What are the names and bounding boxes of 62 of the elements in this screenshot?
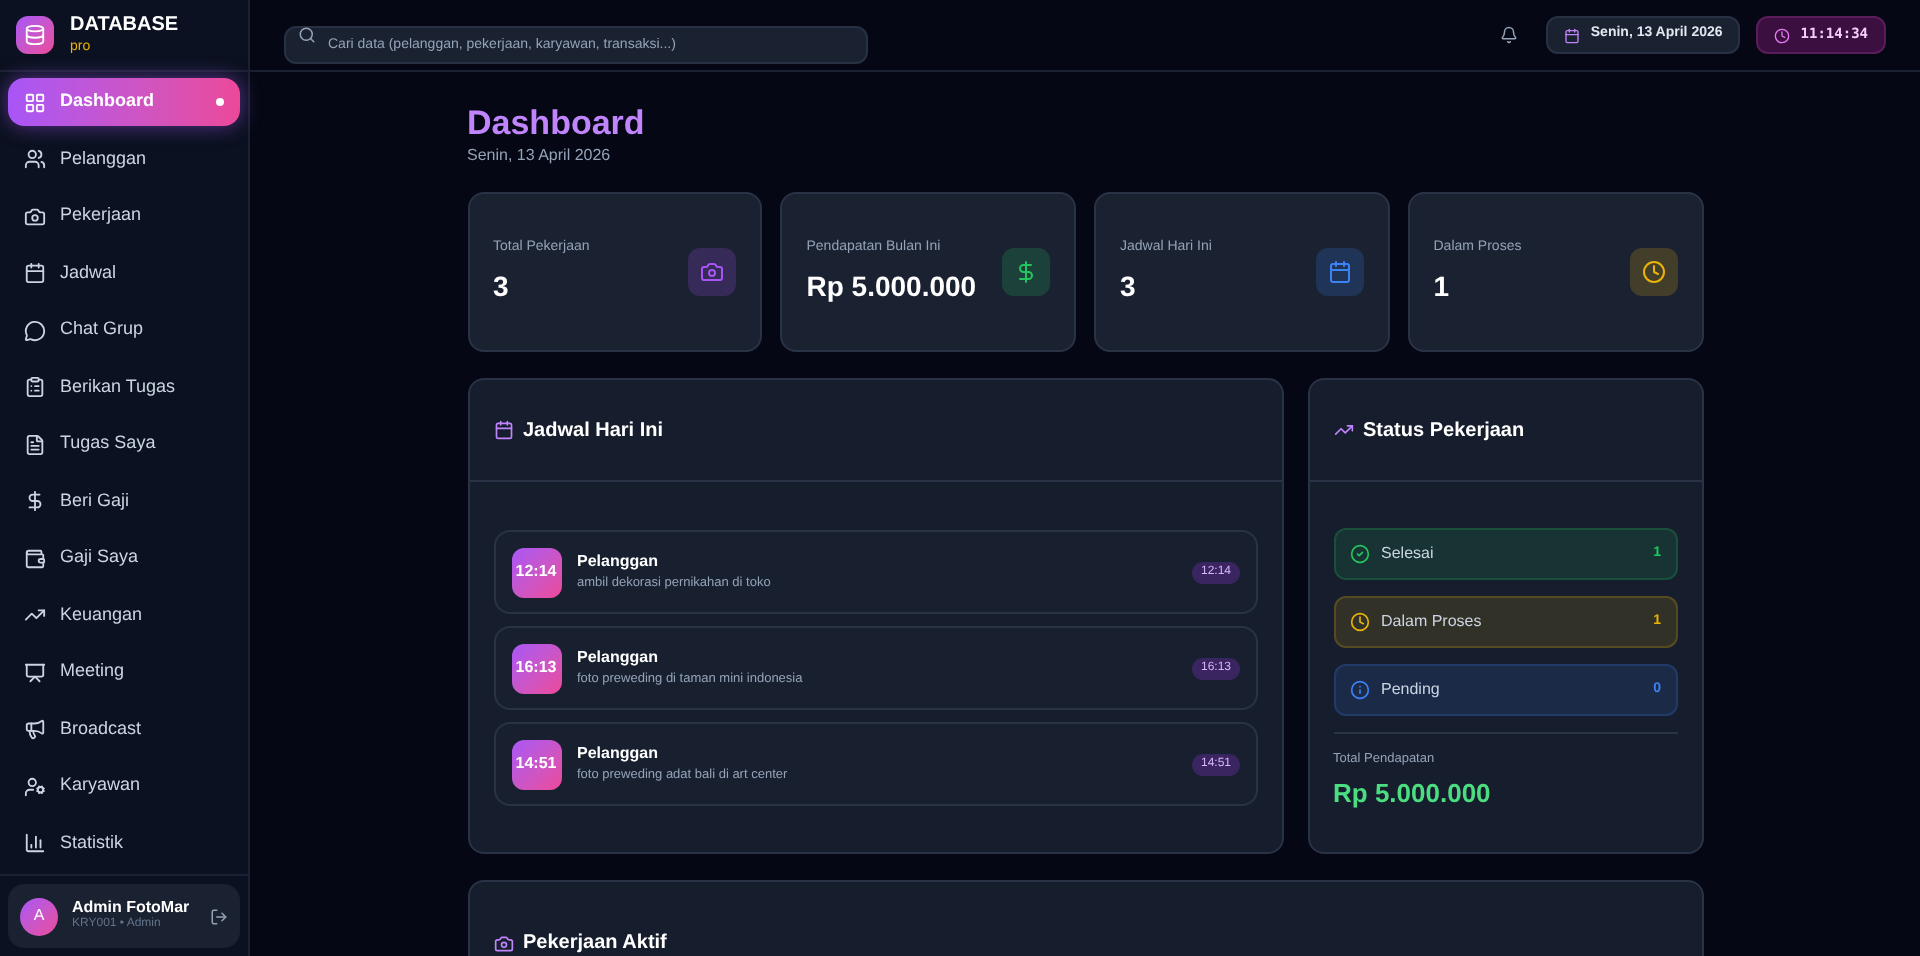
document-icon (24, 433, 46, 455)
grid-icon (24, 91, 46, 113)
clock-icon (1349, 612, 1369, 633)
status-label: Dalam Proses (1381, 610, 1484, 635)
camera-icon (493, 934, 513, 955)
panel-title: Pekerjaan Aktif (523, 934, 667, 955)
sidebar-item[interactable]: Berikan Tugas (8, 363, 240, 411)
bar-chart-icon (24, 832, 46, 854)
trend-icon (1333, 420, 1353, 441)
stat-value: 3 (493, 267, 511, 305)
status-label: Pending (1381, 678, 1442, 703)
sidebar-item[interactable]: Pelanggan (8, 135, 240, 183)
calendar-icon (1564, 27, 1581, 43)
avatar: A (20, 897, 58, 935)
status-label: Selesai (1381, 542, 1436, 567)
total-value: Rp 5.000.000 (1333, 776, 1493, 812)
megaphone-icon (24, 718, 46, 740)
clock-icon (1774, 27, 1791, 43)
time-tile: 12:14 (511, 547, 561, 598)
user-gear-icon (24, 775, 46, 797)
presentation-icon (24, 661, 46, 683)
dollar-icon (24, 490, 46, 512)
schedule-title: Pelanggan (577, 550, 660, 575)
sidebar-item[interactable]: Chat Grup (8, 306, 240, 354)
page-title: Dashboard (467, 102, 647, 145)
logout-button[interactable] (210, 907, 228, 925)
panel-title: Status Pekerjaan (1363, 417, 1525, 446)
sidebar-item[interactable]: Gaji Saya (8, 534, 240, 582)
notification-button[interactable] (1500, 26, 1519, 44)
time-tile: 14:51 (511, 739, 561, 790)
chat-bubble-icon (24, 319, 46, 341)
page-subtitle: Senin, 13 April 2026 (467, 144, 613, 169)
sidebar-item[interactable]: Statistik (8, 819, 240, 867)
sidebar-item[interactable]: Keuangan (8, 591, 240, 639)
sidebar-item[interactable]: Tugas Saya (8, 420, 240, 468)
panel-title: Jadwal Hari Ini (523, 417, 664, 446)
info-icon (1349, 680, 1369, 701)
calendar-icon (493, 420, 513, 441)
sidebar-item[interactable]: Broadcast (8, 705, 240, 753)
check-circle-icon (1349, 544, 1369, 565)
sidebar-item[interactable]: Jadwal (8, 249, 240, 297)
trend-icon (24, 604, 46, 626)
sidebar-item[interactable]: Meeting (8, 648, 240, 696)
clipboard-icon (24, 376, 46, 398)
camera-icon (24, 205, 46, 227)
search-icon (298, 26, 316, 44)
stat-value: 1 (1433, 267, 1452, 305)
sidebar-item[interactable]: Karyawan (8, 762, 240, 810)
stat-value: Rp 5.000.000 (806, 267, 977, 306)
schedule-title: Pelanggan (577, 646, 660, 671)
wallet-icon (24, 547, 46, 569)
sidebar-item[interactable]: Pekerjaan (8, 192, 240, 240)
logo-icon (16, 16, 54, 54)
schedule-title: Pelanggan (577, 742, 660, 767)
sidebar-item[interactable]: Dashboard (8, 78, 240, 126)
user-name: Admin FotoMar (72, 898, 190, 917)
brand-title: DATABASE (70, 16, 179, 36)
time-tile: 16:13 (511, 643, 561, 694)
sidebar-item[interactable]: Beri Gaji (8, 477, 240, 525)
stat-value: 3 (1120, 267, 1138, 305)
calendar-icon (24, 262, 46, 284)
users-icon (24, 148, 46, 170)
